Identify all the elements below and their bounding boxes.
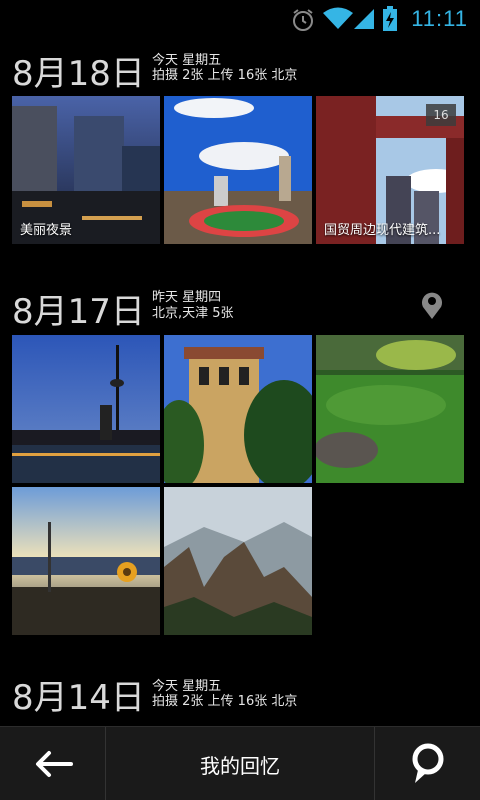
battery-charging-icon bbox=[383, 6, 397, 31]
photo-thumbnail[interactable] bbox=[12, 335, 160, 483]
section-day-info: 昨天 星期四 bbox=[152, 290, 222, 305]
photo-thumbnail[interactable] bbox=[12, 487, 160, 635]
photo-mountains bbox=[164, 487, 312, 635]
section-stats: 拍摄 2张 上传 16张 北京 bbox=[152, 694, 298, 709]
location-button[interactable] bbox=[374, 727, 480, 800]
location-pin-icon bbox=[412, 743, 443, 783]
wifi-icon bbox=[323, 7, 353, 29]
photo-caption: 国贸周边现代建筑... bbox=[324, 223, 441, 238]
photo-thumbnail[interactable]: 16 国贸周边现代建筑... bbox=[316, 96, 464, 244]
section-date: 8月14日 bbox=[12, 678, 145, 718]
photo-yellow-villa bbox=[164, 335, 312, 483]
photo-thumbnail[interactable] bbox=[164, 487, 312, 635]
section-date: 8月18日 bbox=[12, 54, 145, 94]
screen-title: 我的回忆 bbox=[200, 753, 280, 778]
photo-square-sky bbox=[164, 96, 312, 244]
back-button[interactable] bbox=[0, 727, 106, 800]
status-bar: 11:11 bbox=[0, 0, 480, 38]
photo-caption: 美丽夜景 bbox=[20, 223, 73, 238]
section-stats: 拍摄 2张 上传 16张 北京 bbox=[152, 68, 298, 83]
section-date: 8月17日 bbox=[12, 292, 145, 332]
photo-green-lawn bbox=[316, 335, 464, 483]
photo-thumbnail[interactable] bbox=[164, 335, 312, 483]
photo-count-badge: 16 bbox=[426, 104, 456, 126]
bottom-action-bar: 我的回忆 bbox=[0, 726, 480, 800]
alarm-icon bbox=[293, 9, 313, 31]
photo-flower-sunset bbox=[12, 487, 160, 635]
back-arrow-icon bbox=[35, 751, 73, 777]
photo-tv-tower bbox=[12, 335, 160, 483]
location-marker-icon[interactable] bbox=[420, 290, 444, 320]
photo-thumbnail[interactable] bbox=[164, 96, 312, 244]
section-stats: 北京,天津 5张 bbox=[152, 306, 234, 321]
photo-thumbnail[interactable]: 美丽夜景 bbox=[12, 96, 160, 244]
signal-icon bbox=[354, 9, 374, 29]
status-time: 11:11 bbox=[411, 6, 468, 31]
photo-thumbnail[interactable] bbox=[316, 335, 464, 483]
